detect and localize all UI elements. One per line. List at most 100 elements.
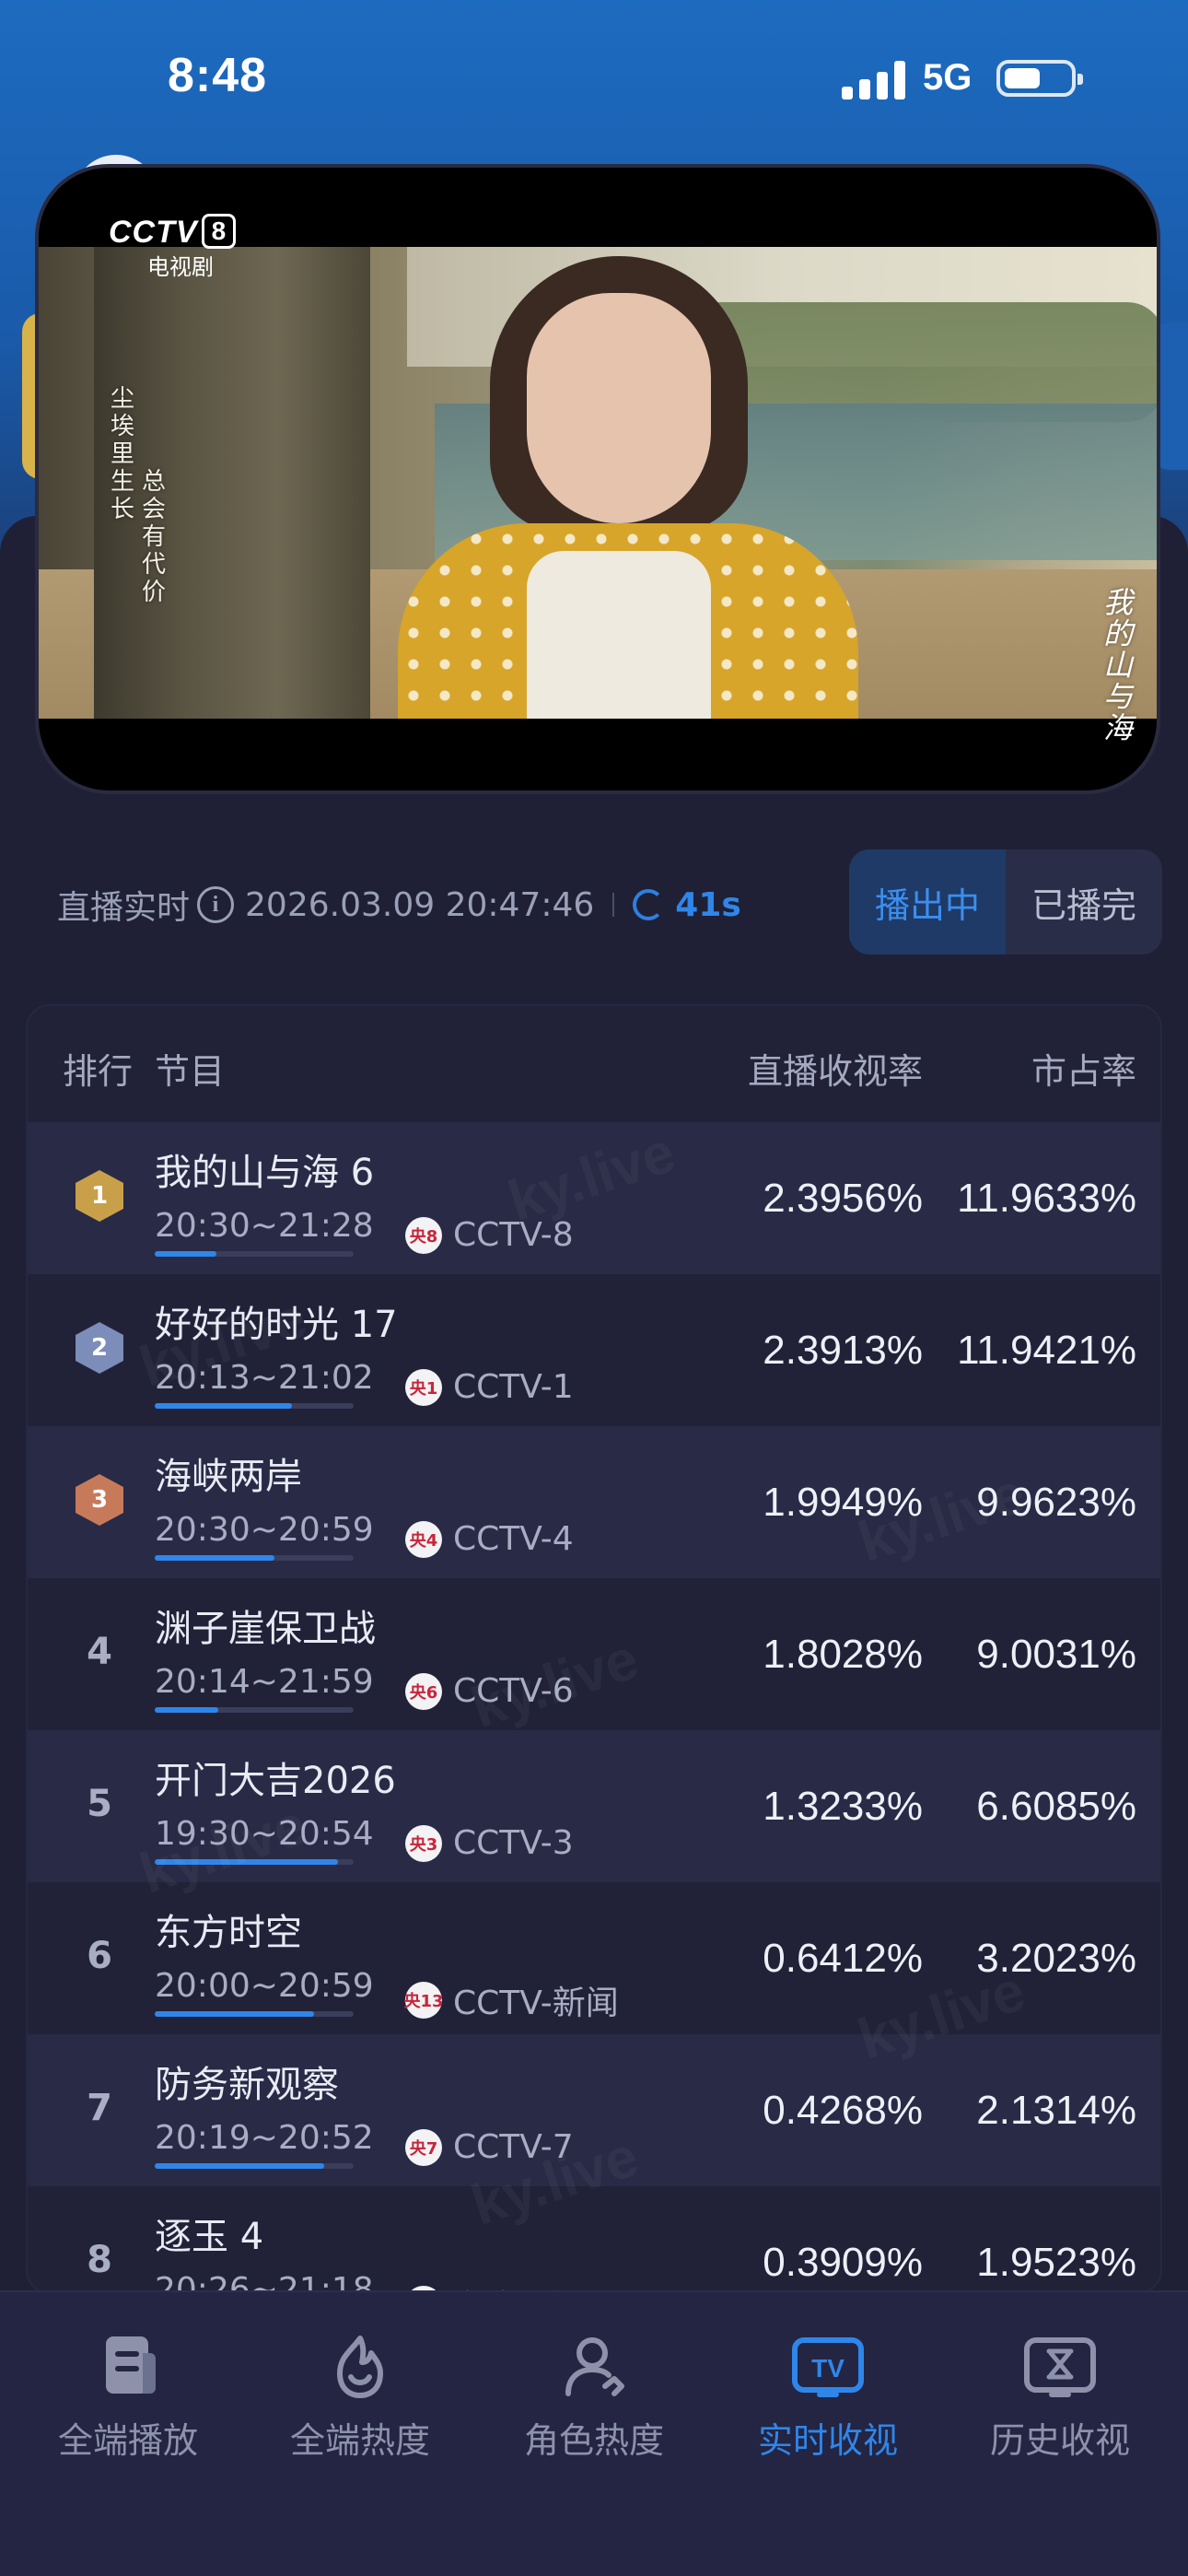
rating-value: 0.4268% — [763, 2088, 923, 2133]
channel-logo: CCTV 8 电视剧 — [109, 214, 237, 281]
rating-value: 0.6412% — [763, 1936, 923, 1981]
table-header: 排行 节目 直播收视率 市占率 — [28, 1006, 1160, 1122]
table-row[interactable]: 1 我的山与海 6 20:30~21:28 央8 CCTV-8 2.3956% 11.963… — [28, 1122, 1160, 1274]
signal-icon — [842, 61, 906, 100]
live-label: 直播实时 — [57, 889, 191, 927]
share-value: 1.9523% — [976, 2240, 1136, 2285]
live-datetime: 2026.03.09 20:47:46 — [245, 885, 595, 924]
table-row[interactable]: 3 海峡两岸 20:30~20:59 央4 CCTV-4 1.9949% 9.9623% — [28, 1426, 1160, 1578]
progress-fill — [155, 1251, 216, 1257]
progress-fill — [155, 2163, 324, 2169]
video-player[interactable]: 尘埃里生长 总会有代价 CCTV 8 电视剧 我的山与海 — [35, 164, 1160, 794]
airtime-progress-bar — [155, 2163, 354, 2169]
user-icon — [557, 2333, 631, 2401]
broadcast-status-tabs: 播出中 已播完 — [849, 849, 1162, 954]
nav-item-history[interactable]: 历史收视 — [941, 2333, 1179, 2463]
divider — [612, 893, 615, 917]
channel-name: CCTV-新闻 — [453, 1985, 619, 2022]
airtime-progress-bar — [155, 1251, 354, 1257]
status-time: 8:48 — [168, 49, 268, 102]
share-value: 9.0031% — [976, 1632, 1136, 1677]
airtime-progress-bar — [155, 1707, 354, 1713]
rating-value: 1.3233% — [763, 1784, 923, 1829]
rank-medal-icon: 3 — [76, 1474, 123, 1526]
progress-fill — [155, 1859, 338, 1865]
airtime: 20:00~20:59 — [155, 1967, 374, 2017]
header-share[interactable]: 市占率 — [1031, 1043, 1136, 1094]
progress-fill — [155, 1403, 292, 1409]
channel-logo-icon: 央4 — [405, 1520, 442, 1558]
program-name: 海峡两岸 — [155, 1456, 302, 1498]
tab-finished[interactable]: 已播完 — [1006, 849, 1162, 954]
rating-value: 1.9949% — [763, 1480, 923, 1525]
airtime-text: 20:14~21:59 — [155, 1663, 374, 1701]
header-rank: 排行 — [63, 1051, 134, 1092]
nav-item-playback[interactable]: 全端播放 — [9, 2333, 247, 2463]
video-person-image — [379, 256, 877, 719]
table-row[interactable]: 2 好好的时光 17 20:13~21:02 央1 CCTV-1 2.3913% 11.94… — [28, 1274, 1160, 1426]
history-icon — [1023, 2333, 1097, 2401]
channel-logo-icon: 央6 — [405, 1672, 442, 1710]
flame-icon — [323, 2333, 397, 2401]
refresh-icon[interactable] — [633, 889, 665, 920]
rating-value: 2.3913% — [763, 1328, 923, 1373]
header-program: 节目 — [155, 1051, 226, 1092]
svg-text:TV: TV — [811, 2354, 844, 2383]
tab-airing[interactable]: 播出中 — [849, 849, 1006, 954]
share-value: 2.1314% — [976, 2088, 1136, 2133]
program-name: 逐玉 4 — [155, 2216, 264, 2258]
playback-icon — [91, 2333, 165, 2401]
channel: 央1 CCTV-1 — [405, 1368, 574, 1406]
table-row[interactable]: 7 防务新观察 20:19~20:52 央7 CCTV-7 0.4268% 2.1314% — [28, 2034, 1160, 2186]
rank-medal-icon: 1 — [76, 1170, 123, 1222]
rank-cell: 8 — [87, 2239, 112, 2281]
airtime: 19:30~20:54 — [155, 1815, 374, 1865]
status-bar: 8:48 5G — [0, 0, 1188, 157]
rank-cell: 5 — [87, 1783, 112, 1825]
rating-value: 0.3909% — [763, 2240, 923, 2285]
share-value: 9.9623% — [976, 1480, 1136, 1525]
header-rating[interactable]: 直播收视率 — [748, 1043, 923, 1094]
airtime: 20:30~21:28 — [155, 1207, 374, 1257]
info-icon[interactable]: i — [197, 886, 235, 923]
channel-logo-icon: 央13 — [403, 1982, 444, 2019]
show-title-watermark: 我的山与海 — [1103, 585, 1134, 745]
airtime-progress-bar — [155, 2011, 354, 2017]
refresh-countdown: 41s — [675, 885, 741, 924]
rank-cell: 4 — [87, 1631, 112, 1673]
rank-cell: 7 — [87, 2087, 112, 2129]
channel: 央3 CCTV-3 — [405, 1824, 574, 1862]
nav-item-character[interactable]: 角色热度 — [475, 2333, 713, 2463]
airtime-progress-bar — [155, 1859, 354, 1865]
program-name: 渊子崖保卫战 — [155, 1608, 376, 1650]
airtime-progress-bar — [155, 1403, 354, 1409]
channel: 央13 CCTV-新闻 — [403, 1976, 619, 2024]
program-name: 我的山与海 6 — [155, 1152, 375, 1194]
channel-name: CCTV-4 — [453, 1520, 574, 1558]
progress-fill — [155, 1555, 274, 1561]
airtime-text: 20:30~21:28 — [155, 1207, 374, 1245]
airtime: 20:14~21:59 — [155, 1663, 374, 1713]
program-name: 好好的时光 17 — [155, 1304, 398, 1346]
table-row[interactable]: 4 渊子崖保卫战 20:14~21:59 央6 CCTV-6 1.8028% 9.0031% — [28, 1578, 1160, 1730]
nav-item-heat[interactable]: 全端热度 — [241, 2333, 479, 2463]
subtitle-right: 总会有代价 — [142, 468, 167, 606]
airtime: 20:19~20:52 — [155, 2119, 374, 2169]
table-row[interactable]: 6 东方时空 20:00~20:59 央13 CCTV-新闻 0.6412% 3.2023% — [28, 1882, 1160, 2034]
channel: 央6 CCTV-6 — [405, 1672, 574, 1710]
program-name: 防务新观察 — [155, 2064, 339, 2106]
channel-name: CCTV-8 — [453, 1216, 574, 1254]
rank-cell: 3 — [74, 1472, 125, 1528]
bottom-navigation: 全端播放 全端热度 角色热度 TV 实时收视 历史收视 — [0, 2290, 1188, 2576]
video-frame[interactable]: 尘埃里生长 总会有代价 — [39, 247, 1157, 719]
rating-value: 1.8028% — [763, 1632, 923, 1677]
table-row[interactable]: 5 开门大吉2026 19:30~20:54 央3 CCTV-3 1.3233% 6.608… — [28, 1730, 1160, 1882]
ratings-table: 排行 节目 直播收视率 市占率 1 我的山与海 6 20:30~21:28 央8 CCT… — [26, 1004, 1162, 2294]
airtime-progress-bar — [155, 1555, 354, 1561]
nav-item-realtime[interactable]: TV 实时收视 — [709, 2333, 947, 2463]
program-name: 开门大吉2026 — [155, 1760, 396, 1802]
channel-name: CCTV-3 — [453, 1824, 574, 1862]
table-row[interactable]: 8逐玉 420:26~21:18东方卫视0.3909%1.9523% — [28, 2186, 1160, 2292]
network-type: 5G — [923, 57, 973, 98]
airtime-text: 20:13~21:02 — [155, 1359, 374, 1397]
